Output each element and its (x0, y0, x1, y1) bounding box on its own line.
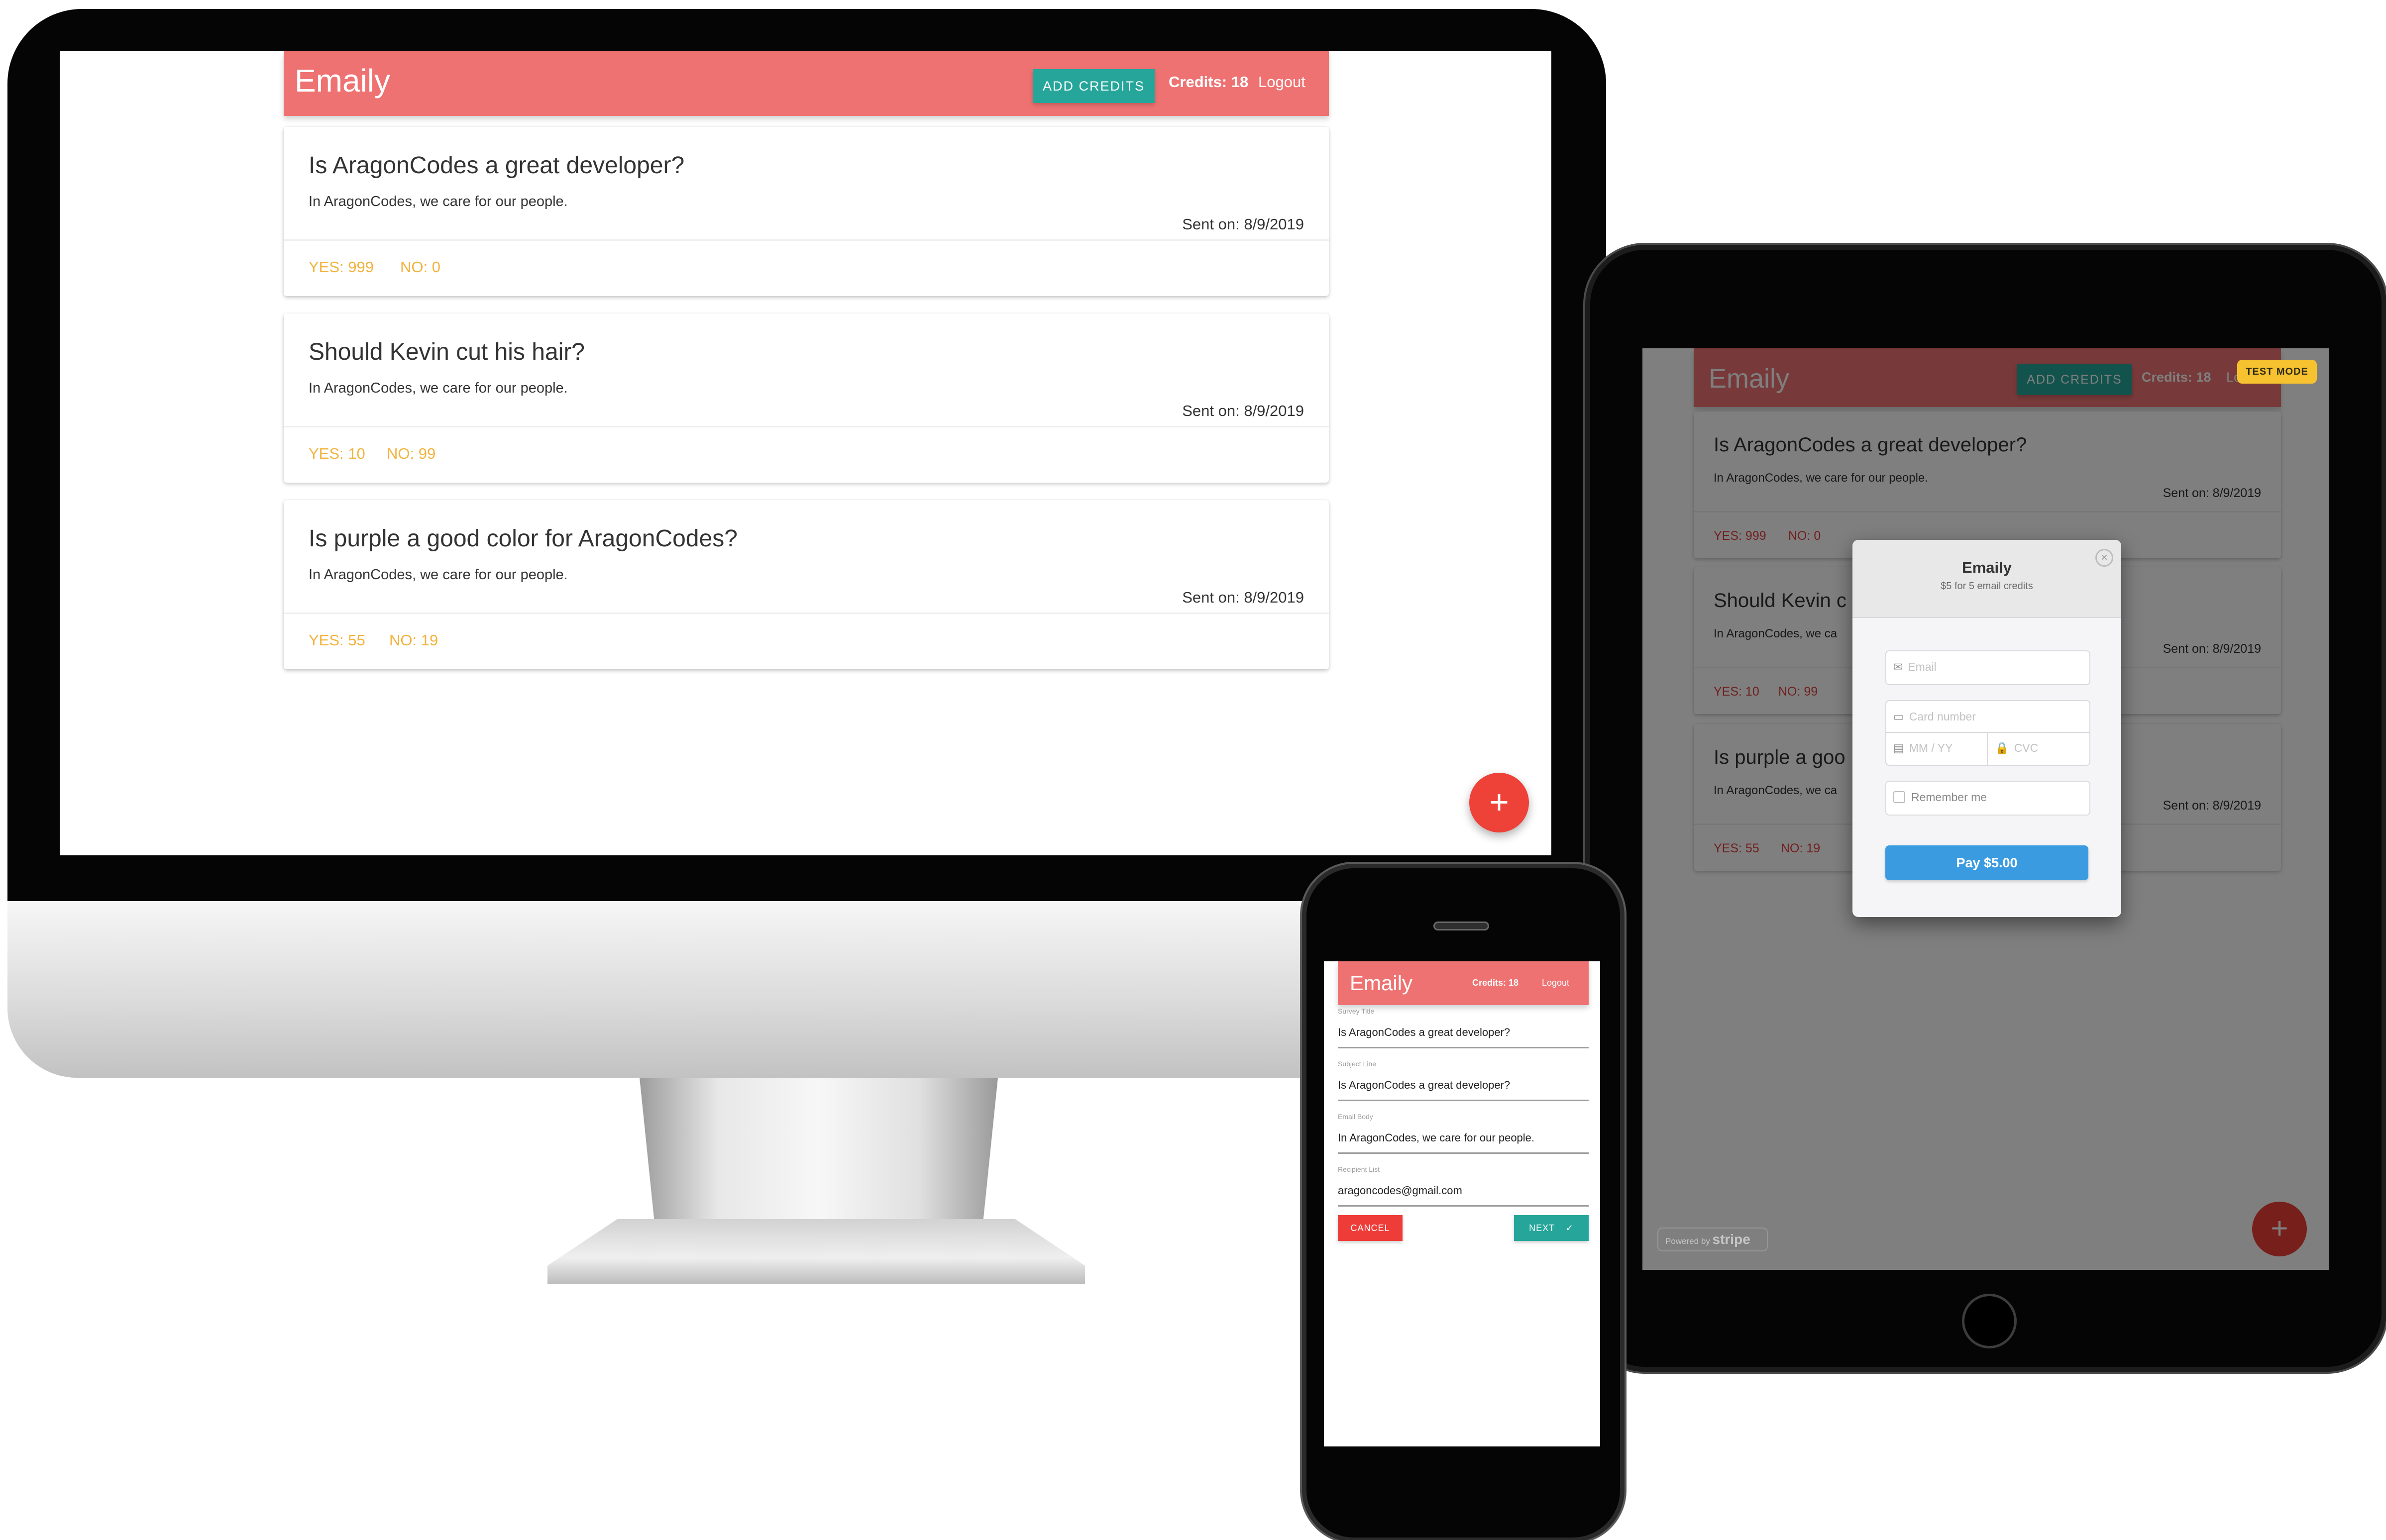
logout-link[interactable]: Logout (1258, 73, 1305, 91)
survey-sent-date: Sent on: 8/9/2019 (1182, 589, 1304, 606)
remember-me-row[interactable]: Remember me (1885, 781, 2090, 816)
survey-title: Should Kevin cut his hair? (309, 339, 585, 365)
survey-card: Should Kevin cut his hair? In AragonCode… (284, 313, 1329, 483)
tablet-home-button[interactable] (1962, 1294, 2017, 1348)
navbar: Emaily ADD CREDITS Credits: 18 Logout (284, 51, 1329, 116)
cvc-field[interactable]: 🔒 CVC (1987, 732, 2090, 766)
recipient-list-label: Recipient List (1338, 1165, 1380, 1173)
next-button[interactable]: NEXT ✓ (1514, 1215, 1589, 1241)
stripe-checkout-modal: Emaily $5 for 5 email credits × ✉ Email ▭… (1852, 540, 2121, 917)
check-icon: ✓ (1565, 1223, 1574, 1233)
credits-count: Credits: 18 (1472, 978, 1519, 988)
survey-body: In AragonCodes, we care for our people. (309, 567, 568, 583)
survey-no-count: NO: 99 (387, 445, 436, 462)
input-underline (1338, 1205, 1589, 1207)
survey-sent-date: Sent on: 8/9/2019 (1182, 215, 1304, 233)
checkout-description: $5 for 5 email credits (1941, 581, 2033, 592)
cancel-button[interactable]: CANCEL (1338, 1215, 1403, 1241)
phone-speaker (1433, 922, 1489, 930)
card-divider (284, 613, 1329, 614)
navbar: Emaily Credits: 18 Logout (1338, 961, 1589, 1005)
add-survey-fab[interactable]: + (1469, 773, 1529, 832)
next-label: NEXT (1529, 1223, 1555, 1233)
survey-body: In AragonCodes, we care for our people. (309, 380, 568, 396)
credit-card-icon: ▭ (1893, 710, 1904, 723)
credits-count: Credits: 18 (1169, 73, 1249, 91)
pay-button[interactable]: Pay $5.00 (1885, 845, 2088, 880)
recipient-list-input[interactable]: aragoncodes@gmail.com (1338, 1184, 1462, 1197)
survey-title: Is purple a good color for AragonCodes? (309, 525, 738, 552)
subject-line-label: Subject Line (1338, 1060, 1377, 1068)
survey-title-input[interactable]: Is AragonCodes a great developer? (1338, 1026, 1510, 1039)
survey-yes-count: YES: 10 (309, 445, 365, 462)
tablet-screen: Emaily ADD CREDITS Credits: 18 Lo Is Ara… (1642, 348, 2329, 1270)
lock-icon: 🔒 (1995, 741, 2009, 754)
phone-screen: Emaily Credits: 18 Logout Survey Title I… (1324, 961, 1600, 1446)
expiry-field[interactable]: ▤ MM / YY (1885, 732, 1990, 766)
subject-line-input[interactable]: Is AragonCodes a great developer? (1338, 1079, 1510, 1092)
survey-no-count: NO: 0 (400, 258, 440, 276)
survey-title: Is AragonCodes a great developer? (309, 152, 685, 179)
survey-yes-count: YES: 55 (309, 631, 365, 649)
brand-logo[interactable]: Emaily (1350, 971, 1412, 995)
card-divider (284, 426, 1329, 427)
input-underline (1338, 1047, 1589, 1048)
input-underline (1338, 1100, 1589, 1101)
survey-no-count: NO: 19 (389, 631, 438, 649)
add-credits-button[interactable]: ADD CREDITS (1033, 69, 1155, 103)
card-divider (284, 239, 1329, 241)
remember-me-label: Remember me (1911, 791, 1987, 804)
survey-sent-date: Sent on: 8/9/2019 (1182, 402, 1304, 419)
checkout-header: Emaily $5 for 5 email credits × (1852, 540, 2121, 618)
close-icon[interactable]: × (2095, 549, 2113, 567)
monitor-base (547, 1219, 1085, 1284)
survey-yes-count: YES: 999 (309, 258, 374, 276)
email-placeholder: Email (1908, 660, 1937, 673)
desktop-screen: Emaily ADD CREDITS Credits: 18 Logout Is… (60, 51, 1551, 855)
powered-by-stripe-badge[interactable]: Powered by stripe (1657, 1228, 1768, 1251)
envelope-icon: ✉ (1893, 660, 1903, 673)
test-mode-badge: TEST MODE (2237, 360, 2317, 384)
remember-me-checkbox[interactable] (1893, 791, 1905, 803)
card-number-placeholder: Card number (1909, 710, 1976, 723)
input-underline (1338, 1152, 1589, 1154)
calendar-icon: ▤ (1893, 741, 1904, 754)
email-body-input[interactable]: In AragonCodes, we care for our people. (1338, 1131, 1534, 1144)
survey-title-label: Survey Title (1338, 1007, 1375, 1015)
email-body-label: Email Body (1338, 1113, 1373, 1121)
checkout-title: Emaily (1962, 559, 2012, 576)
survey-card: Is purple a good color for AragonCodes? … (284, 500, 1329, 669)
powered-by-label: Powered by (1665, 1236, 1710, 1246)
brand-logo[interactable]: Emaily (295, 62, 390, 99)
email-field[interactable]: ✉ Email (1885, 650, 2090, 685)
logout-link[interactable]: Logout (1542, 978, 1569, 988)
cvc-placeholder: CVC (2014, 741, 2039, 754)
stripe-logo: stripe (1712, 1232, 1750, 1247)
expiry-placeholder: MM / YY (1909, 741, 1953, 754)
survey-body: In AragonCodes, we care for our people. (309, 194, 568, 209)
survey-card: Is AragonCodes a great developer? In Ara… (284, 127, 1329, 296)
card-number-field[interactable]: ▭ Card number (1885, 700, 2090, 735)
